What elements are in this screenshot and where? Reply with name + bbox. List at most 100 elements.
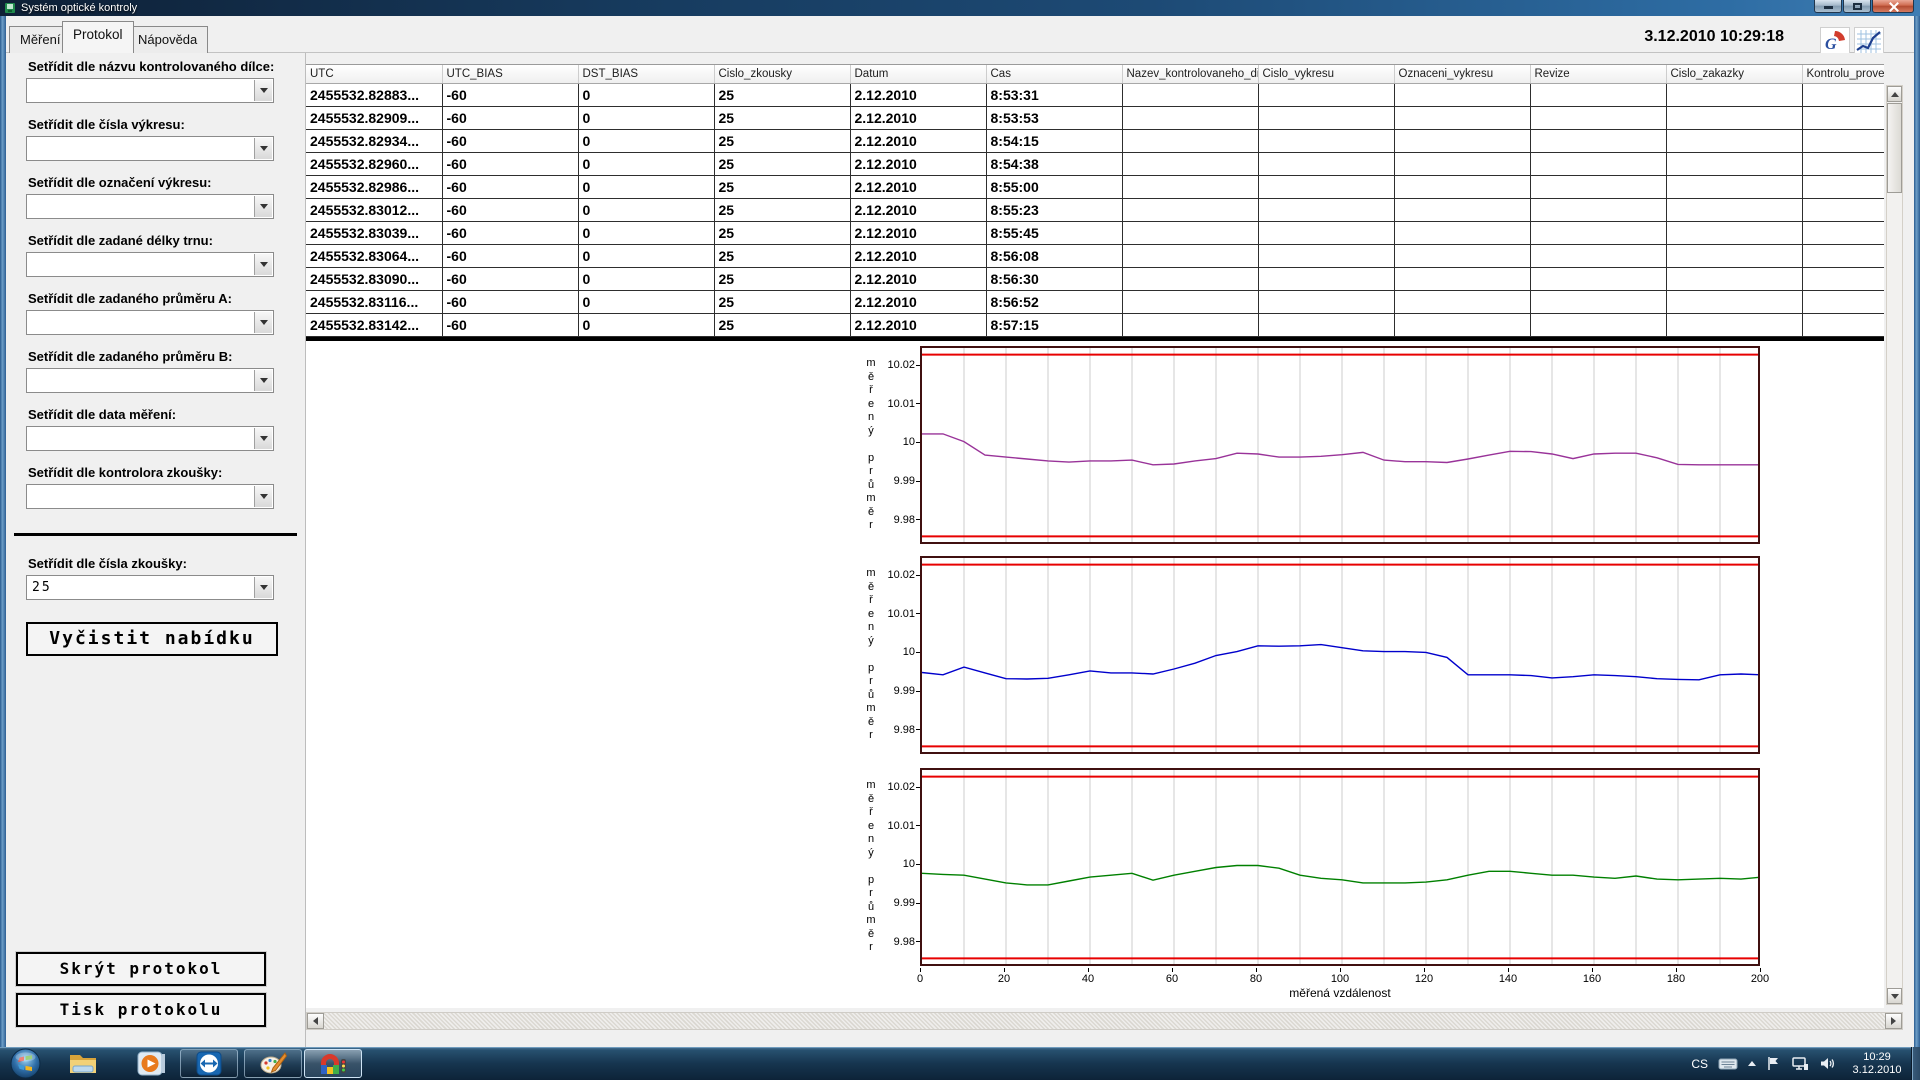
- filter-combo[interactable]: [26, 368, 274, 393]
- combo-dropdown-button[interactable]: [254, 577, 272, 598]
- combo-dropdown-button[interactable]: [254, 486, 272, 507]
- table-cell: -60: [442, 175, 578, 198]
- table-column-header[interactable]: Datum: [850, 65, 986, 83]
- media-player-icon[interactable]: [136, 1049, 168, 1078]
- chevron-down-icon: [260, 436, 268, 441]
- table-column-header[interactable]: Revize: [1530, 65, 1666, 83]
- combo-dropdown-button[interactable]: [254, 254, 272, 275]
- y-axis-title-letter: ě: [868, 371, 874, 385]
- app-icon: [4, 2, 16, 14]
- scroll-right-button[interactable]: [1885, 1013, 1902, 1029]
- combo-dropdown-button[interactable]: [254, 428, 272, 449]
- table-row[interactable]: 2455532.82960...-600252.12.20108:54:38: [306, 152, 1884, 175]
- table-column-header[interactable]: UTC: [306, 65, 442, 83]
- filter-combo-cislo-zkousky[interactable]: 25: [26, 575, 274, 600]
- horizontal-scrollbar[interactable]: [306, 1012, 1903, 1030]
- table-cell: [1530, 198, 1666, 221]
- filter-combo[interactable]: [26, 194, 274, 219]
- y-axis-title-letter: ů: [868, 479, 874, 493]
- y-axis-title-letter: ý: [868, 847, 874, 861]
- table-column-header[interactable]: Cislo_zkousky: [714, 65, 850, 83]
- network-icon[interactable]: [1791, 1056, 1809, 1071]
- taskbar-clock[interactable]: 10:29 3.12.2010: [1846, 1051, 1908, 1077]
- table-column-header[interactable]: Oznaceni_vykresu: [1394, 65, 1530, 83]
- keyboard-icon[interactable]: [1718, 1057, 1738, 1071]
- explorer-icon[interactable]: [66, 1049, 102, 1078]
- filter-label: Setřídit dle kontrolora zkoušky:: [28, 465, 305, 480]
- measurement-table: UTCUTC_BIASDST_BIASCislo_zkouskyDatumCas…: [306, 64, 1884, 337]
- filter-combo[interactable]: [26, 310, 274, 335]
- table-cell: 2455532.82883...: [306, 83, 442, 106]
- volume-icon[interactable]: [1819, 1056, 1836, 1071]
- optical-control-app-button[interactable]: [304, 1049, 362, 1078]
- table-cell: -60: [442, 152, 578, 175]
- scroll-left-button[interactable]: [307, 1013, 324, 1029]
- table-row[interactable]: 2455532.83012...-600252.12.20108:55:23: [306, 198, 1884, 221]
- maximize-button[interactable]: [1843, 0, 1871, 13]
- start-button[interactable]: [10, 1048, 41, 1079]
- language-indicator[interactable]: CS: [1691, 1057, 1708, 1071]
- y-axis-title-letter: ě: [868, 506, 874, 520]
- combo-dropdown-button[interactable]: [254, 196, 272, 217]
- table-cell: 8:55:45: [986, 221, 1122, 244]
- vertical-scroll-thumb[interactable]: [1887, 103, 1902, 193]
- combo-dropdown-button[interactable]: [254, 370, 272, 391]
- table-row[interactable]: 2455532.83116...-600252.12.20108:56:52: [306, 290, 1884, 313]
- scroll-down-button[interactable]: [1887, 988, 1902, 1004]
- table-column-header[interactable]: Cislo_vykresu: [1258, 65, 1394, 83]
- table-cell: 2.12.2010: [850, 244, 986, 267]
- table-column-header[interactable]: UTC_BIAS: [442, 65, 578, 83]
- table-cell: [1802, 313, 1884, 336]
- show-desktop-button[interactable]: [1911, 1047, 1920, 1080]
- table-row[interactable]: 2455532.82883...-600252.12.20108:53:31: [306, 83, 1884, 106]
- y-axis-title-letter: [869, 648, 872, 662]
- table-column-header[interactable]: Kontrolu_provedl: [1802, 65, 1884, 83]
- paint-button[interactable]: [244, 1049, 302, 1078]
- filter-combo[interactable]: [26, 78, 274, 103]
- action-center-flag-icon[interactable]: [1766, 1056, 1781, 1071]
- table-cell: 25: [714, 106, 850, 129]
- clock-time: 10:29: [1846, 1051, 1908, 1064]
- table-cell: [1802, 175, 1884, 198]
- table-row[interactable]: 2455532.82934...-600252.12.20108:54:15: [306, 129, 1884, 152]
- scroll-up-button[interactable]: [1887, 86, 1902, 102]
- minimize-button[interactable]: [1814, 0, 1842, 13]
- show-hidden-icons-chevron[interactable]: [1748, 1061, 1756, 1066]
- combo-dropdown-button[interactable]: [254, 80, 272, 101]
- chevron-down-icon: [260, 146, 268, 151]
- table-row[interactable]: 2455532.83142...-600252.12.20108:57:15: [306, 313, 1884, 336]
- table-column-header[interactable]: Nazev_kontrolovaneho_dil: [1122, 65, 1258, 83]
- table-column-header[interactable]: Cas: [986, 65, 1122, 83]
- table-cell: [1258, 198, 1394, 221]
- teamviewer-icon: [196, 1051, 222, 1076]
- table-cell: [1530, 83, 1666, 106]
- table-cell: [1666, 129, 1802, 152]
- hide-protocol-button[interactable]: Skrýt protokol: [16, 952, 266, 986]
- table-row[interactable]: 2455532.82909...-600252.12.20108:53:53: [306, 106, 1884, 129]
- table-column-header[interactable]: Cislo_zakazky: [1666, 65, 1802, 83]
- combo-dropdown-button[interactable]: [254, 312, 272, 333]
- print-protocol-button[interactable]: Tisk protokolu: [16, 993, 266, 1027]
- table-cell: [1802, 244, 1884, 267]
- clear-menu-button[interactable]: Vyčistit nabídku: [26, 622, 278, 656]
- y-tick-label: 9.98: [880, 936, 920, 948]
- filter-combo[interactable]: [26, 136, 274, 161]
- teamviewer-button[interactable]: [180, 1049, 238, 1078]
- y-axis-title-letter: m: [866, 567, 875, 581]
- tab-protokol[interactable]: Protokol: [62, 21, 134, 53]
- table-row[interactable]: 2455532.83064...-600252.12.20108:56:08: [306, 244, 1884, 267]
- filter-combo[interactable]: [26, 484, 274, 509]
- table-column-header[interactable]: DST_BIAS: [578, 65, 714, 83]
- combo-dropdown-button[interactable]: [254, 138, 272, 159]
- table-cell: 25: [714, 198, 850, 221]
- vertical-scrollbar[interactable]: [1886, 85, 1903, 1005]
- table-row[interactable]: 2455532.83039...-600252.12.20108:55:45: [306, 221, 1884, 244]
- filter-combo[interactable]: [26, 252, 274, 277]
- table-cell: -60: [442, 198, 578, 221]
- filter-combo[interactable]: [26, 426, 274, 451]
- table-row[interactable]: 2455532.82986...-600252.12.20108:55:00: [306, 175, 1884, 198]
- close-button[interactable]: [1872, 0, 1914, 13]
- tab-napoveda[interactable]: Nápověda: [127, 26, 208, 53]
- chevron-down-icon: [260, 320, 268, 325]
- table-row[interactable]: 2455532.83090...-600252.12.20108:56:30: [306, 267, 1884, 290]
